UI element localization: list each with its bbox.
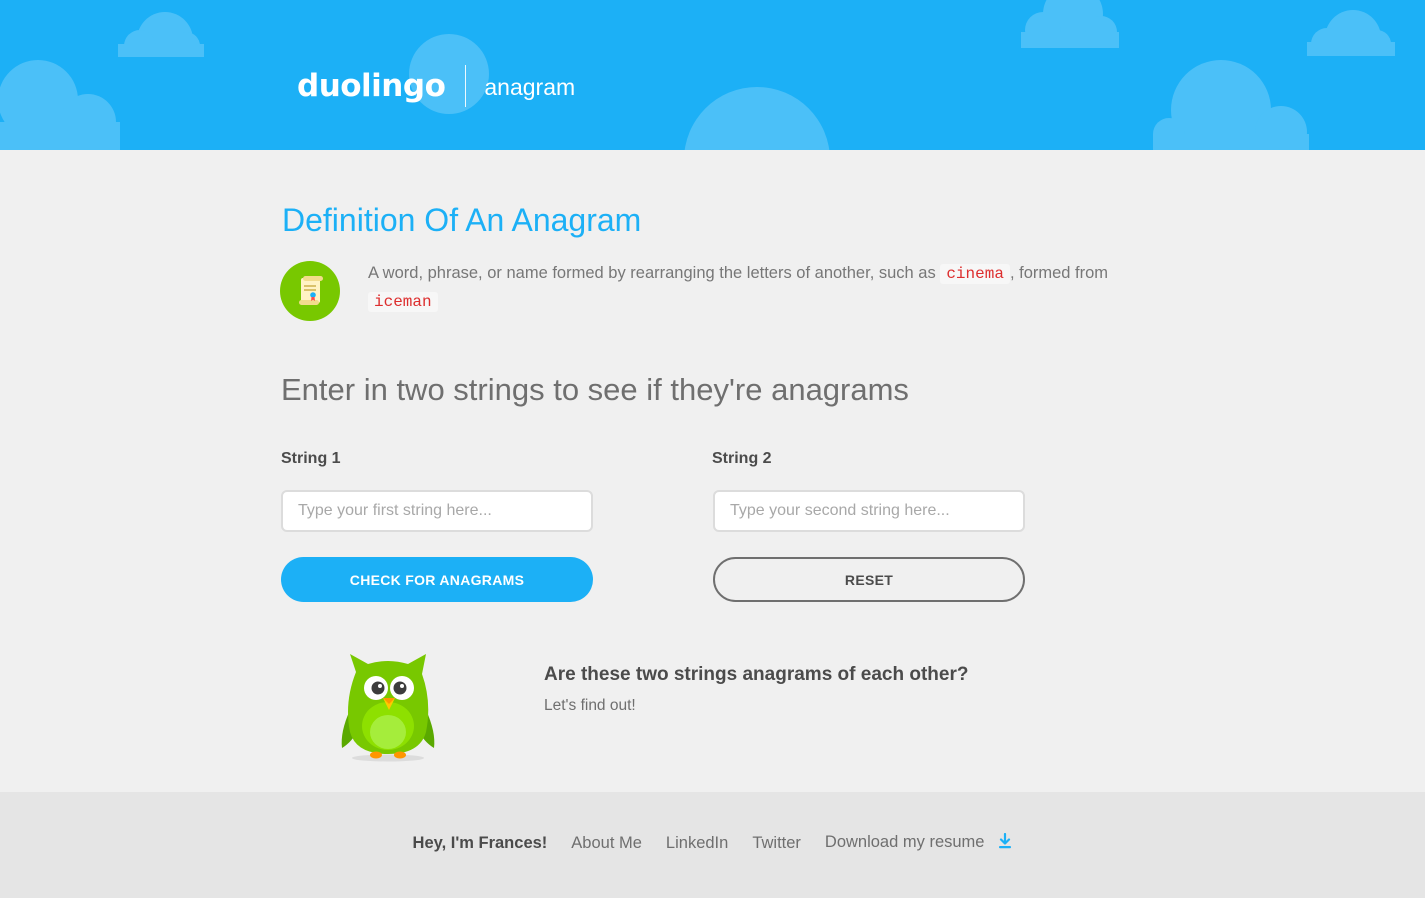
result-subtitle: Let's find out! (544, 697, 636, 714)
definition-text: A word, phrase, or name formed by rearra… (368, 260, 1113, 316)
footer-link-linkedin[interactable]: LinkedIn (666, 834, 728, 853)
brand: duolingo anagram (297, 64, 575, 108)
footer-link-twitter[interactable]: Twitter (752, 834, 801, 853)
owl-mascot (338, 652, 438, 769)
definition-text-part: A word, phrase, or name formed by rearra… (368, 264, 936, 282)
definition-title: Definition Of An Anagram (282, 202, 642, 238)
instructions-heading: Enter in two strings to see if they're a… (281, 372, 909, 407)
download-icon (998, 832, 1012, 854)
string2-label: String 2 (712, 450, 772, 467)
cloud-decoration (118, 12, 204, 57)
footer-link-about-me[interactable]: About Me (571, 834, 642, 853)
example-word-iceman: iceman (368, 292, 438, 312)
duolingo-logo[interactable]: duolingo (297, 64, 446, 108)
result-question: Are these two strings anagrams of each o… (544, 664, 969, 685)
example-word-cinema: cinema (940, 264, 1010, 284)
footer-nav: Hey, I'm Frances! About Me LinkedIn Twit… (0, 832, 1425, 854)
cloud-decoration (1021, 0, 1119, 48)
cloud-decoration (1307, 10, 1395, 56)
footer: Hey, I'm Frances! About Me LinkedIn Twit… (0, 792, 1425, 898)
cloud-decoration (684, 87, 830, 150)
cloud-decoration (1153, 60, 1309, 150)
download-resume-label: Download my resume (824, 833, 985, 851)
string2-input[interactable] (713, 490, 1025, 532)
reset-button[interactable]: RESET (713, 557, 1025, 602)
header-banner: duolingo anagram (0, 0, 1425, 150)
product-name: anagram (484, 74, 576, 100)
string1-input[interactable] (281, 490, 593, 532)
scroll-icon (280, 261, 340, 321)
string1-label: String 1 (281, 450, 341, 467)
cloud-decoration (0, 60, 120, 150)
main-content: Definition Of An Anagram A word, phrase,… (0, 150, 1425, 792)
check-anagrams-button[interactable]: CHECK FOR ANAGRAMS (281, 557, 593, 602)
footer-link-download-resume[interactable]: Download my resume (824, 832, 1013, 854)
brand-divider (465, 65, 467, 107)
definition-text-part: , formed from (1009, 264, 1109, 282)
footer-greeting: Hey, I'm Frances! (412, 834, 548, 852)
